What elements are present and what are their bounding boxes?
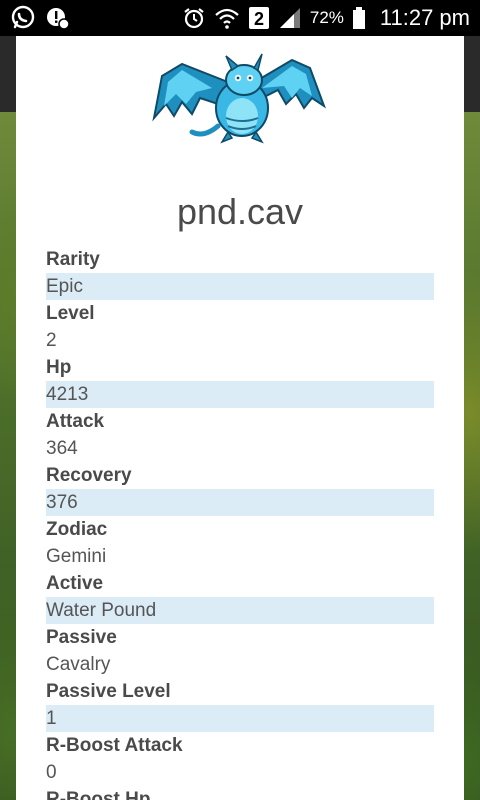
stat-value-r-boost-attack: 0 (46, 762, 57, 783)
stat-label-zodiac: Zodiac (46, 519, 108, 540)
stat-label-r-boost-attack: R-Boost Attack (46, 735, 183, 756)
stat-label-rarity: Rarity (46, 249, 100, 270)
stat-label-hp: Hp (46, 357, 72, 378)
stat-label-recovery: Recovery (46, 465, 132, 486)
status-bar: 2 72% 11:27 pm (0, 0, 480, 36)
notification-icon (44, 5, 70, 31)
stat-label-attack: Attack (46, 411, 105, 432)
stat-value-passive: Cavalry (46, 654, 111, 675)
stat-value-active: Water Pound (46, 597, 434, 624)
stat-value-rarity: Epic (46, 273, 434, 300)
stats-list: Rarity Epic Level 2 Hp 4213 Attack 364 Recovery 3… (46, 246, 434, 800)
stat-label-active: Active (46, 573, 104, 594)
battery-percentage: 72% (309, 8, 344, 27)
alarm-icon (182, 6, 206, 30)
signal-icon (278, 6, 302, 30)
monster-detail-card[interactable]: pnd.cav Rarity Epic Level 2 Hp 4213 Attack 364 R… (16, 36, 464, 800)
stat-label-level: Level (46, 303, 95, 324)
stat-value-passive-level: 1 (46, 705, 434, 732)
wifi-icon (214, 6, 240, 30)
battery-icon (352, 6, 366, 30)
stat-label-r-boost-hp: R-Boost Hp (46, 789, 151, 800)
monster-name: pnd.cav (176, 191, 304, 232)
clock: 11:27 pm (379, 5, 470, 30)
stat-value-zodiac: Gemini (46, 546, 107, 567)
stat-label-passive: Passive (46, 627, 117, 648)
stat-value-level: 2 (46, 330, 57, 351)
whatsapp-icon (10, 5, 36, 31)
stat-value-attack: 364 (46, 438, 78, 459)
stat-label-passive-level: Passive Level (46, 681, 171, 702)
blue-dragon-icon (152, 53, 326, 144)
stat-value-hp: 4213 (46, 381, 434, 408)
sim-icon: 2 (248, 6, 270, 30)
stat-value-recovery: 376 (46, 489, 434, 516)
sim-number: 2 (254, 9, 264, 29)
